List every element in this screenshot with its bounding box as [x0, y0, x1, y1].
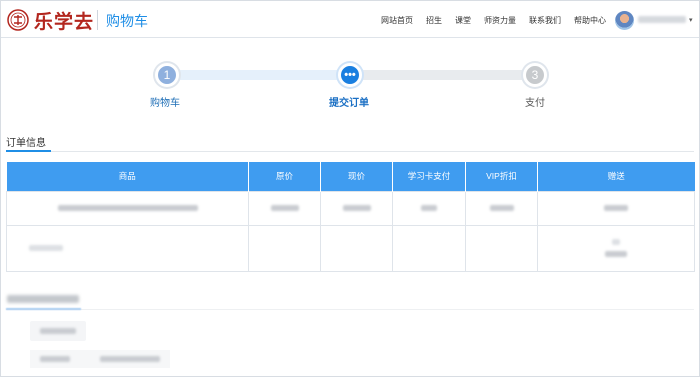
table-cell [537, 224, 695, 272]
blurred-text [342, 205, 371, 212]
blurred-text [29, 245, 63, 252]
section-divider [6, 151, 694, 152]
blurred-info-row [30, 350, 170, 368]
blurred-text [489, 205, 514, 212]
nav-enroll[interactable]: 招生 [426, 15, 442, 26]
step-2-label: 提交订单 [329, 98, 369, 109]
section-title-underline [6, 308, 81, 310]
col-header-original-price: 原价 [248, 162, 321, 191]
page-title: 购物车 [106, 13, 148, 29]
nav-home[interactable]: 网站首页 [381, 15, 413, 26]
nav-contact[interactable]: 联系我们 [529, 15, 561, 26]
col-header-study-card: 学习卡支付 [392, 162, 466, 191]
top-header: 乐学去 购物车 网站首页 招生 课堂 师资力量 联系我们 帮助中心 ▾ [1, 1, 699, 38]
table-cell [6, 190, 249, 226]
blurred-text [57, 205, 198, 212]
col-header-gift: 赠送 [537, 162, 695, 191]
table-row [6, 190, 695, 226]
step-track-todo [350, 70, 535, 80]
order-info-title: 订单信息 [6, 138, 46, 149]
table-cell [465, 190, 538, 226]
table-cell [392, 224, 466, 272]
nav-classroom[interactable]: 课堂 [455, 15, 471, 26]
order-table: 商品 原价 现价 学习卡支付 VIP折扣 赠送 [6, 162, 695, 272]
blurred-text [421, 205, 437, 212]
step-3-label: 支付 [525, 98, 545, 109]
blurred-option-box[interactable] [30, 321, 86, 341]
table-row [6, 224, 695, 272]
step-2-circle: ••• [338, 63, 362, 87]
nav-teachers[interactable]: 师资力量 [484, 15, 516, 26]
blurred-text [604, 205, 628, 212]
table-cell [465, 224, 538, 272]
table-cell [248, 224, 321, 272]
blurred-text [270, 205, 299, 212]
col-header-vip-discount: VIP折扣 [465, 162, 538, 191]
top-nav: 网站首页 招生 课堂 师资力量 联系我们 帮助中心 [381, 15, 606, 26]
blurred-text [612, 239, 620, 245]
blurred-text [40, 356, 70, 362]
chevron-down-icon[interactable]: ▾ [689, 16, 693, 24]
step-track-done [167, 70, 350, 80]
step-1-label: 购物车 [150, 98, 180, 109]
section-title-underline [6, 150, 51, 152]
col-header-product: 商品 [6, 162, 249, 191]
table-cell [537, 190, 695, 226]
logo-divider [97, 10, 98, 30]
col-header-current-price: 现价 [320, 162, 393, 191]
gift-stack [538, 239, 694, 257]
checkout-steps: 1 ••• 3 购物车 提交订单 支付 [0, 38, 700, 118]
table-cell [248, 190, 321, 226]
table-cell [392, 190, 466, 226]
step-3-circle: 3 [523, 63, 547, 87]
table-cell [320, 190, 393, 226]
table-cell [6, 224, 249, 272]
blurred-text [40, 328, 76, 334]
step-1-circle: 1 [155, 63, 179, 87]
user-name-blurred[interactable] [638, 16, 686, 23]
blurred-section-title [7, 295, 79, 303]
blurred-text [605, 251, 627, 257]
logo-text[interactable]: 乐学去 [34, 7, 94, 34]
logo-seal-icon[interactable] [7, 9, 29, 31]
nav-help[interactable]: 帮助中心 [574, 15, 606, 26]
table-header-row: 商品 原价 现价 学习卡支付 VIP折扣 赠送 [6, 162, 695, 191]
table-cell [320, 224, 393, 272]
avatar[interactable] [615, 11, 634, 30]
blurred-text [100, 356, 160, 362]
section-divider [6, 309, 694, 310]
